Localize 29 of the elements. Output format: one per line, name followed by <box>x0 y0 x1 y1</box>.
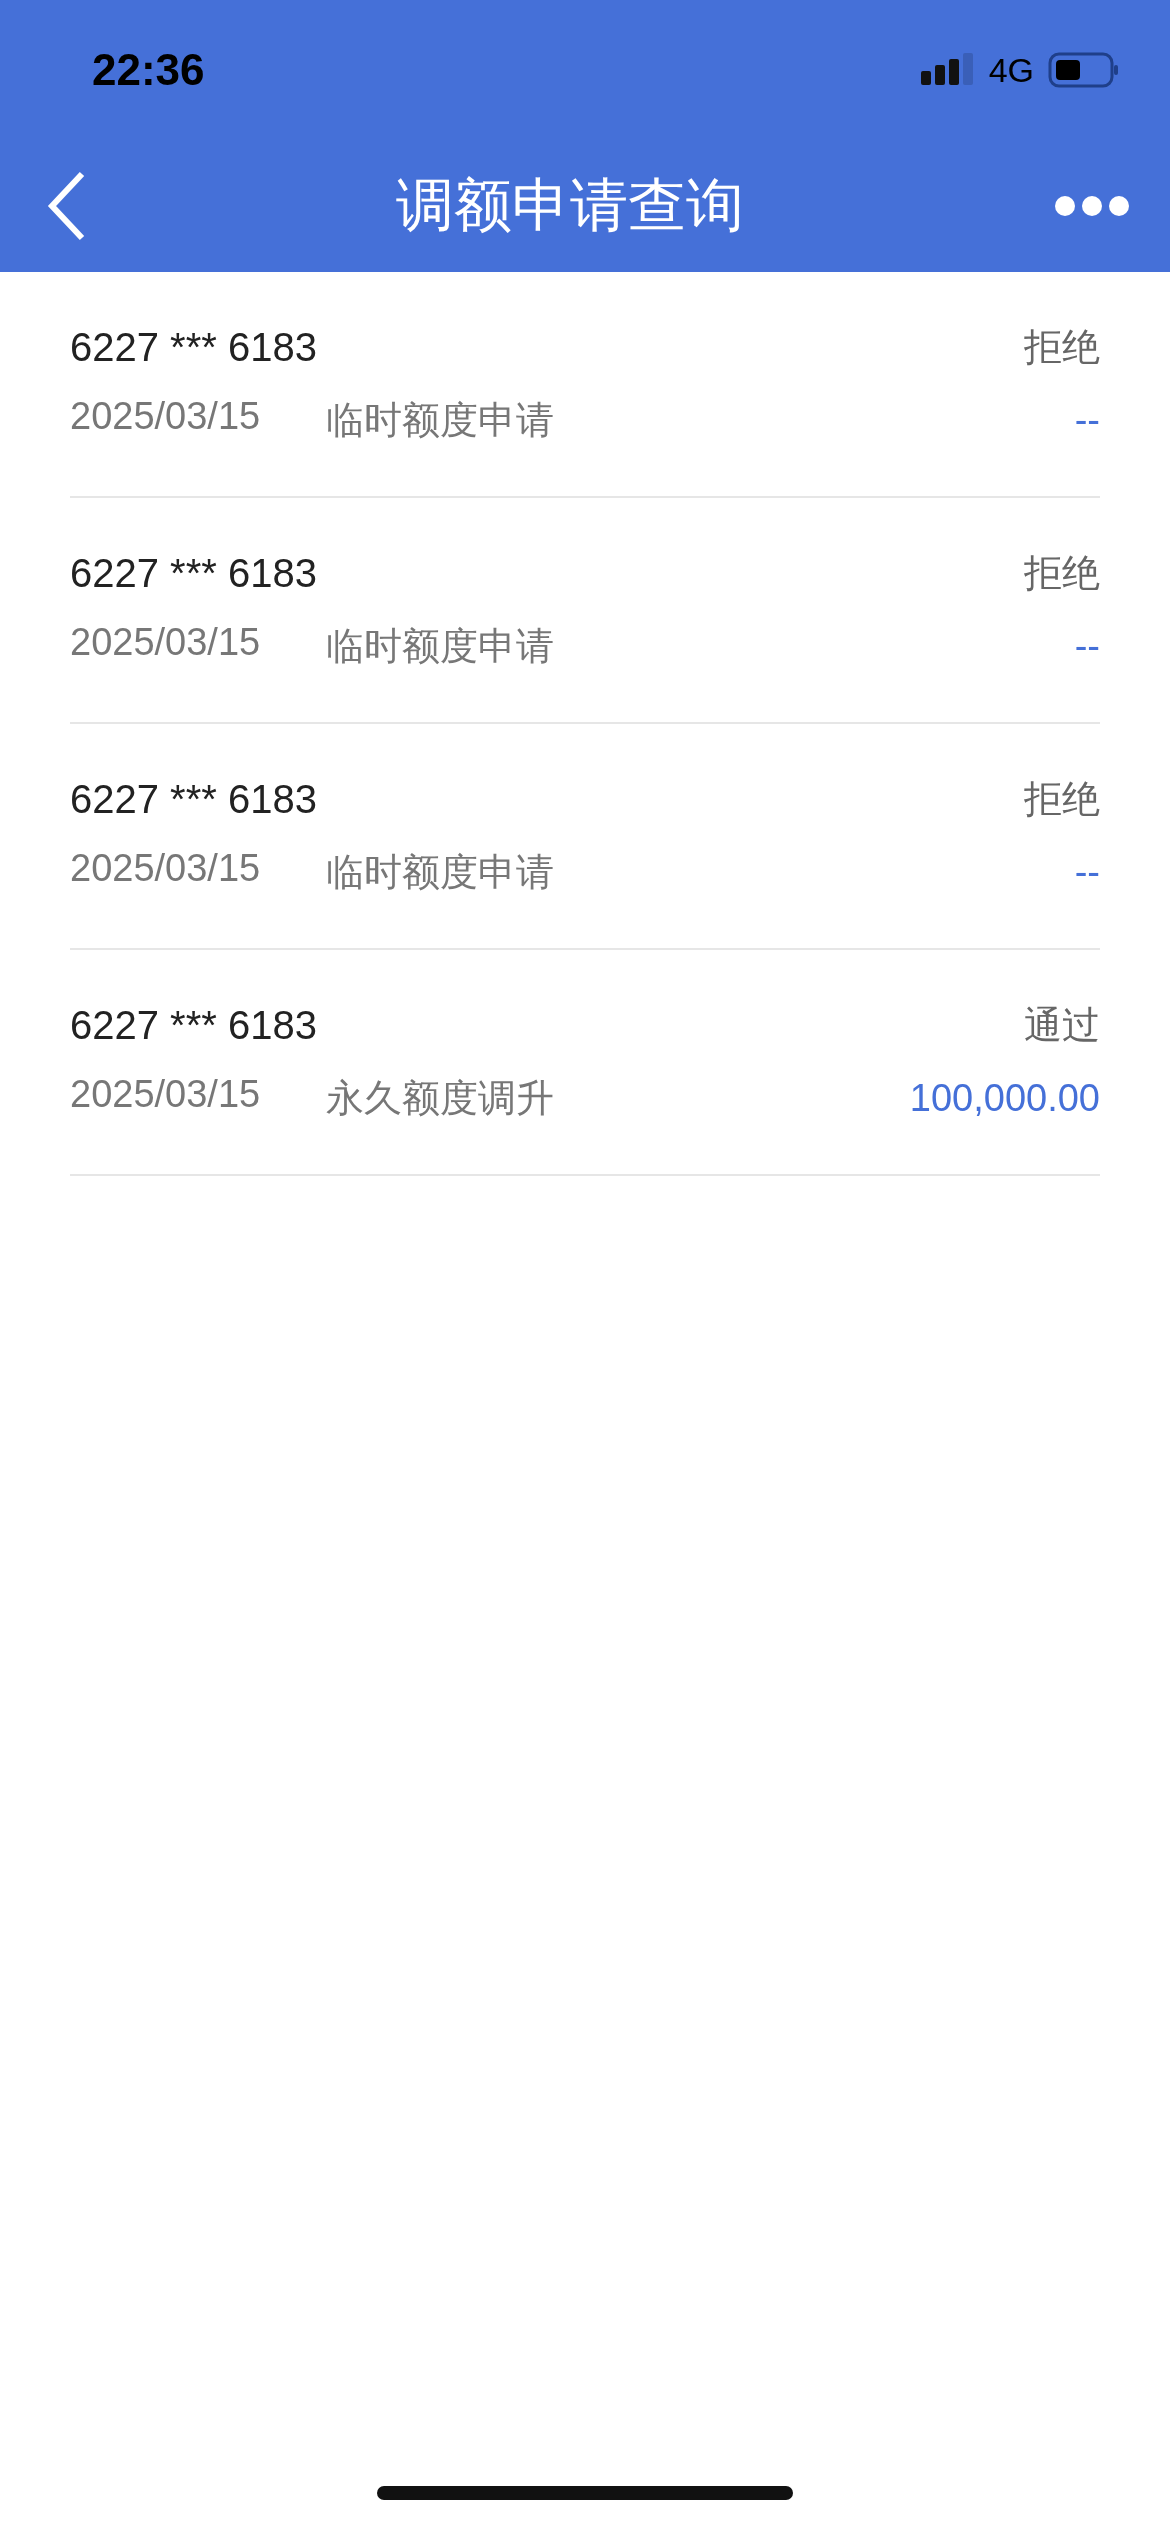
type-label: 临时额度申请 <box>326 624 555 669</box>
status-label: 通过 <box>1024 1003 1100 1048</box>
status-label: 拒绝 <box>1024 551 1100 596</box>
type-label: 永久额度调升 <box>326 1076 555 1121</box>
card-number: 6227 *** 6183 <box>70 777 317 822</box>
date-label: 2025/03/15 <box>70 847 261 891</box>
back-button[interactable] <box>46 170 86 242</box>
signal-icon <box>920 53 975 87</box>
date-label: 2025/03/15 <box>70 621 261 665</box>
amount-label: 100,000.00 <box>909 1077 1100 1120</box>
status-label: 拒绝 <box>1024 325 1100 370</box>
back-icon <box>46 170 86 242</box>
card-number: 6227 *** 6183 <box>70 1003 317 1048</box>
amount-label: -- <box>1074 625 1100 668</box>
date-label: 2025/03/15 <box>70 395 261 439</box>
amount-label: -- <box>1074 399 1100 442</box>
more-icon <box>1054 195 1130 217</box>
battery-icon <box>1048 52 1120 88</box>
more-button[interactable] <box>1054 195 1130 217</box>
amount-label: -- <box>1074 851 1100 894</box>
type-label: 临时额度申请 <box>326 850 555 895</box>
status-time: 22:36 <box>92 45 205 95</box>
network-label: 4G <box>988 50 1034 90</box>
status-label: 拒绝 <box>1024 777 1100 822</box>
card-number: 6227 *** 6183 <box>70 325 317 370</box>
type-label: 临时额度申请 <box>326 398 555 443</box>
date-label: 2025/03/15 <box>70 1073 261 1117</box>
card-number: 6227 *** 6183 <box>70 551 317 596</box>
page-title: 调额申请查询 <box>396 171 744 239</box>
